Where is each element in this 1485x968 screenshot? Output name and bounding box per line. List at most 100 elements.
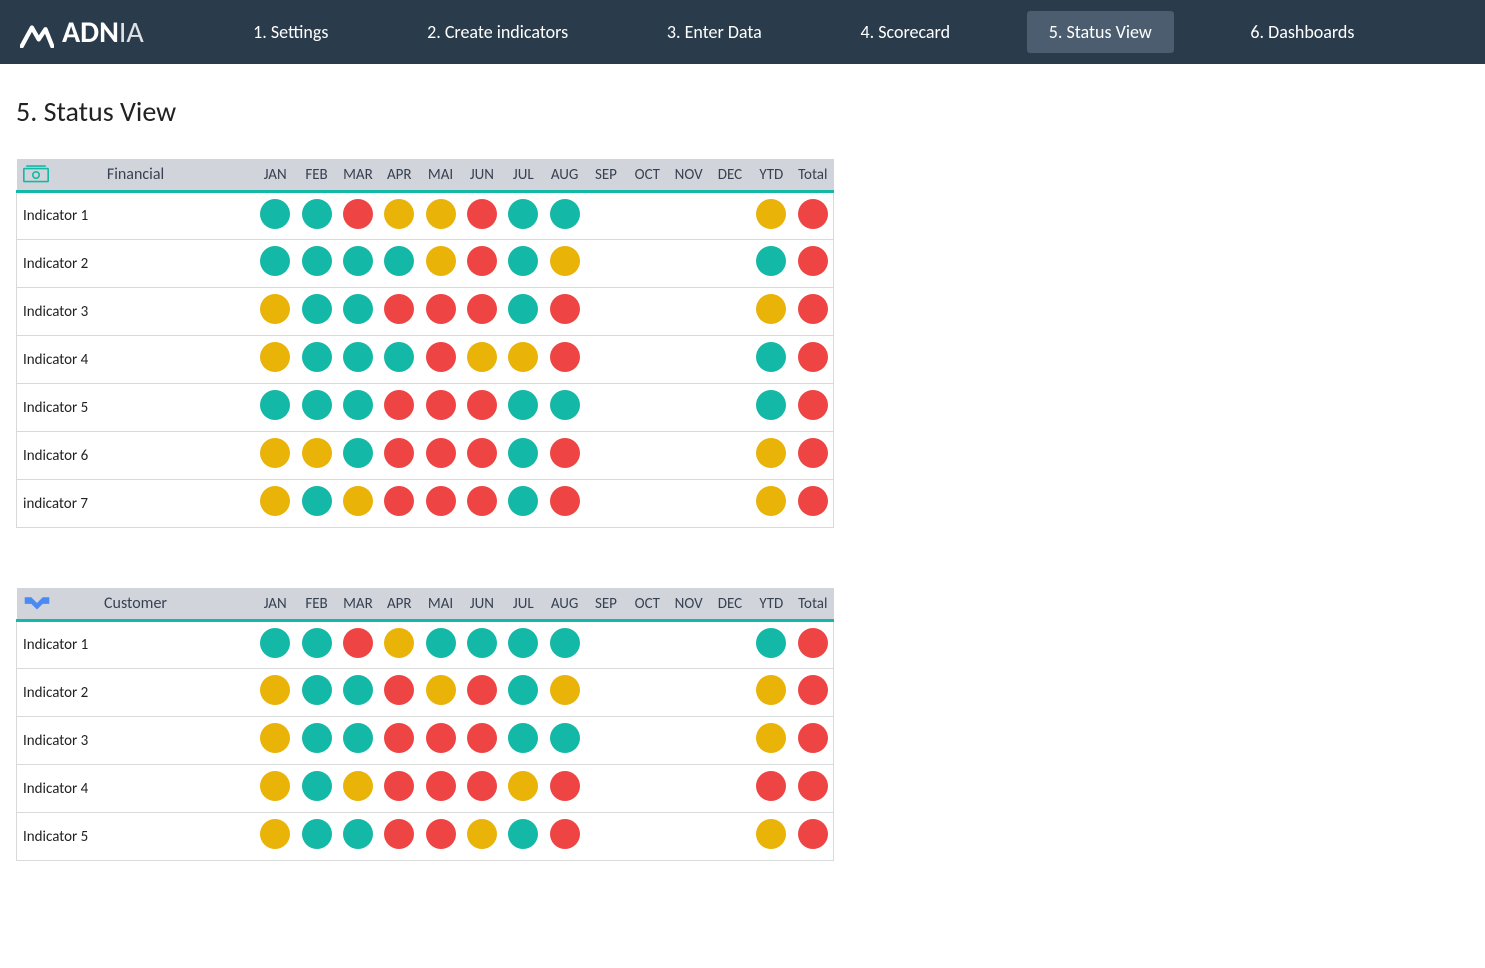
status-cell [751, 384, 792, 432]
status-dot-r [550, 771, 580, 801]
status-dot-r [384, 819, 414, 849]
status-cell [337, 240, 378, 288]
status-cell [296, 621, 337, 669]
nav-item-3[interactable]: 4. Scorecard [839, 11, 973, 53]
status-cell [751, 192, 792, 240]
status-cell [544, 288, 585, 336]
status-dot-y [756, 819, 786, 849]
status-dot-g [756, 390, 786, 420]
status-dot-g [508, 723, 538, 753]
status-dot-empty [674, 390, 704, 420]
status-dot-g [302, 628, 332, 658]
status-cell [296, 669, 337, 717]
status-dot-g [426, 628, 456, 658]
nav-item-0[interactable]: 1. Settings [231, 11, 350, 53]
status-dot-r [426, 819, 456, 849]
status-cell [585, 813, 626, 861]
status-cell [255, 432, 296, 480]
status-cell [751, 765, 792, 813]
status-dot-r [384, 771, 414, 801]
nav-item-2[interactable]: 3. Enter Data [645, 11, 784, 53]
row-label: Indicator 4 [17, 336, 255, 384]
status-dot-empty [632, 628, 662, 658]
status-dot-r [467, 390, 497, 420]
status-cell [668, 432, 709, 480]
row-label: Indicator 1 [17, 621, 255, 669]
status-cell [585, 765, 626, 813]
status-cell [337, 192, 378, 240]
status-dot-g [260, 246, 290, 276]
nav-item-1[interactable]: 2. Create indicators [405, 11, 590, 53]
status-cell [461, 480, 502, 528]
status-dot-empty [632, 438, 662, 468]
col-header: FEB [296, 159, 337, 192]
nav-item-4[interactable]: 5. Status View [1027, 11, 1174, 53]
status-dot-r [343, 628, 373, 658]
status-dot-r [467, 294, 497, 324]
status-cell [668, 669, 709, 717]
row-label: Indicator 3 [17, 288, 255, 336]
status-dot-r [384, 486, 414, 516]
status-dot-r [384, 723, 414, 753]
status-dot-empty [715, 819, 745, 849]
status-cell [255, 717, 296, 765]
col-header: DEC [709, 588, 750, 621]
row-label: Indicator 2 [17, 669, 255, 717]
status-dot-g [302, 199, 332, 229]
status-dot-y [550, 246, 580, 276]
status-cell [503, 813, 544, 861]
status-dot-empty [674, 438, 704, 468]
status-dot-g [302, 294, 332, 324]
col-header: DEC [709, 159, 750, 192]
status-cell [255, 336, 296, 384]
status-cell [337, 288, 378, 336]
status-cell [585, 717, 626, 765]
status-dot-empty [674, 342, 704, 372]
status-cell [379, 813, 420, 861]
status-dot-g [508, 294, 538, 324]
col-header: JUL [503, 159, 544, 192]
status-dot-g [302, 675, 332, 705]
status-dot-g [508, 438, 538, 468]
status-cell [668, 240, 709, 288]
status-dot-g [467, 628, 497, 658]
status-cell [792, 621, 834, 669]
status-dot-r [550, 438, 580, 468]
top-nav: ADNIA 1. Settings2. Create indicators3. … [0, 0, 1485, 64]
status-dot-g [756, 628, 786, 658]
status-cell [379, 765, 420, 813]
status-dot-empty [674, 771, 704, 801]
status-cell [461, 432, 502, 480]
status-dot-y [384, 199, 414, 229]
status-cell [379, 480, 420, 528]
status-cell [709, 384, 750, 432]
status-cell [420, 192, 461, 240]
status-dot-empty [591, 819, 621, 849]
status-dot-empty [591, 390, 621, 420]
status-cell [751, 669, 792, 717]
status-dot-r [426, 294, 456, 324]
status-dot-r [467, 246, 497, 276]
status-cell [420, 384, 461, 432]
nav-item-5[interactable]: 6. Dashboards [1228, 11, 1376, 53]
status-cell [503, 288, 544, 336]
status-cell [627, 288, 668, 336]
status-cell [627, 384, 668, 432]
status-cell [627, 432, 668, 480]
status-dot-r [343, 199, 373, 229]
status-dot-r [384, 438, 414, 468]
status-cell [503, 669, 544, 717]
nav-menu: 1. Settings 2. Create indicators 3. Enter … [204, 11, 1404, 53]
table-row: Indicator 4 [17, 336, 834, 384]
status-cell [709, 669, 750, 717]
row-label: Indicator 5 [17, 384, 255, 432]
status-cell [792, 192, 834, 240]
handshake-icon [23, 594, 49, 614]
status-cell [544, 432, 585, 480]
status-dot-r [426, 723, 456, 753]
status-dot-y [260, 486, 290, 516]
status-cell [420, 432, 461, 480]
status-cell [709, 240, 750, 288]
status-cell [709, 192, 750, 240]
status-cell [627, 480, 668, 528]
